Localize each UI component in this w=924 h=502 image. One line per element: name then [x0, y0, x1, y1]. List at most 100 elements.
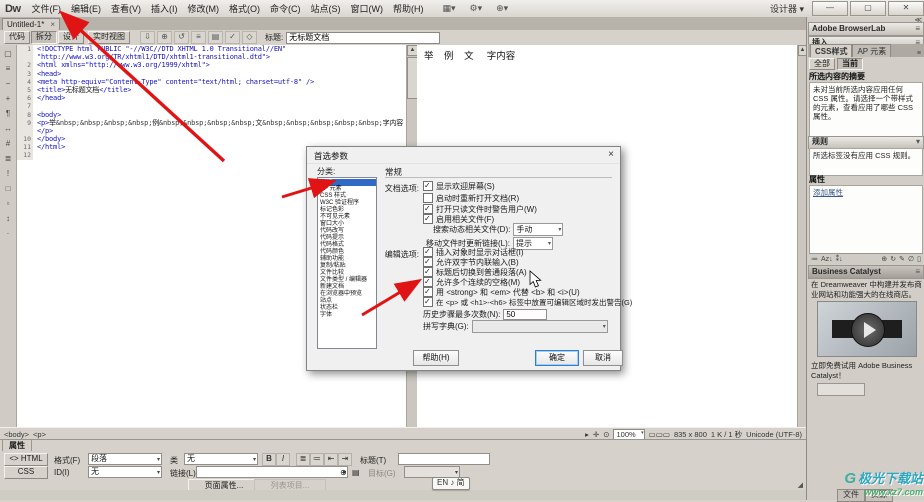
indent-icon[interactable]: ⇥	[338, 453, 352, 466]
category-item[interactable]: W3C 验证程序	[318, 200, 376, 207]
select-tool-icon[interactable]: ▸	[585, 430, 589, 439]
category-item[interactable]: 不可见元素	[318, 214, 376, 221]
category-item[interactable]: 在浏览器中预览	[318, 291, 376, 298]
doc-title-input[interactable]	[286, 32, 440, 44]
wrap-tag-icon[interactable]: ↕	[3, 214, 14, 224]
line-numbers-icon[interactable]: ≣	[3, 154, 14, 164]
menu-file[interactable]: 文件(F)	[27, 1, 67, 16]
attach-stylesheet-icon[interactable]: ⊕	[881, 255, 887, 263]
check-browser-icon[interactable]: ◇	[242, 31, 257, 44]
menu-window[interactable]: 窗口(W)	[346, 1, 389, 16]
code-line[interactable]: 7	[17, 102, 406, 110]
category-item[interactable]: 站点	[318, 298, 376, 305]
balance-braces-icon[interactable]: #	[3, 139, 14, 149]
view-options-icon[interactable]: ≡	[191, 31, 206, 44]
category-item[interactable]: 窗口大小	[318, 221, 376, 228]
format-select[interactable]: 段落	[88, 453, 162, 465]
tab-css-styles[interactable]: CSS样式	[810, 44, 852, 57]
css-mode-button[interactable]: CSS	[4, 466, 48, 479]
panel-options-icon[interactable]: ▾	[916, 137, 920, 147]
browse-folder-icon[interactable]: ▤	[352, 468, 360, 477]
window-size-value[interactable]: 835 x 800	[674, 430, 707, 439]
category-item[interactable]: 新建文档	[318, 284, 376, 291]
site-user-icon[interactable]: ⊕▾	[496, 3, 508, 14]
category-item[interactable]: 文件类型 / 编辑器	[318, 277, 376, 284]
option-row[interactable]: 插入对象时显示对话框(I)	[423, 247, 524, 257]
minimize-button[interactable]: —	[812, 1, 848, 16]
maximize-button[interactable]: ▢	[850, 1, 886, 16]
category-item[interactable]: 状态栏	[318, 305, 376, 312]
italic-button[interactable]: I	[276, 453, 290, 466]
file-management-icon[interactable]: ⇩	[140, 31, 155, 44]
category-item[interactable]: 代码颜色	[318, 249, 376, 256]
menu-view[interactable]: 查看(V)	[106, 1, 146, 16]
checkbox-icon[interactable]	[423, 287, 433, 297]
menu-edit[interactable]: 编辑(E)	[66, 1, 106, 16]
category-item[interactable]: 辅助功能	[318, 256, 376, 263]
browserlab-panel-header[interactable]: Adobe BrowserLab≡	[808, 22, 924, 36]
edit-rule-icon[interactable]: ✎	[899, 255, 905, 263]
panel-menu-icon[interactable]: ≡	[914, 50, 924, 57]
code-navigator-icon[interactable]: ≡	[3, 64, 14, 74]
layout-switcher-icon[interactable]: ▦▾	[443, 3, 456, 14]
checkbox-icon[interactable]	[423, 257, 433, 267]
unordered-list-icon[interactable]: ≣	[296, 453, 310, 466]
code-line[interactable]: 9<p>举&nbsp;&nbsp;&nbsp;&nbsp;例&nbsp;&nbs…	[17, 119, 406, 127]
extend-icon[interactable]: ⚙▾	[470, 3, 483, 14]
option-row[interactable]: 允许双字节内联输入(B)	[423, 257, 519, 267]
option-row[interactable]: 用 <strong> 和 <em> 代替 <b> 和 <i>(U)	[423, 287, 580, 297]
category-item[interactable]: 代码提示	[318, 235, 376, 242]
panel-menu-icon[interactable]: ≡	[915, 23, 920, 34]
design-view-button[interactable]: 设计	[58, 31, 84, 44]
window-size-icon[interactable]: ▭▭▭	[649, 430, 670, 439]
link-combo[interactable]	[196, 466, 348, 478]
menu-insert[interactable]: 插入(I)	[146, 1, 183, 16]
visual-aids-icon[interactable]: ▤	[208, 31, 223, 44]
split-view-button[interactable]: 拆分	[31, 31, 57, 44]
remove-comment-icon[interactable]: ▫	[3, 199, 14, 209]
hand-tool-icon[interactable]: ✛	[593, 430, 599, 439]
menu-format[interactable]: 格式(O)	[224, 1, 265, 16]
point-to-file-icon[interactable]: ⊕	[340, 468, 347, 477]
workspace-switcher[interactable]: 设计器 ▾	[770, 2, 810, 15]
option-row[interactable]: 启动时重新打开文档(R)	[423, 193, 519, 203]
show-list-view-icon[interactable]: Az↓	[821, 256, 833, 263]
search-dynamic-select[interactable]: 手动	[513, 223, 563, 236]
code-line[interactable]: 8<body>	[17, 111, 406, 119]
category-item[interactable]: 常规	[318, 179, 376, 186]
collapse-tag-icon[interactable]: −	[3, 79, 14, 89]
code-line[interactable]: 4<meta http-equiv="Content-Type" content…	[17, 78, 406, 86]
show-set-properties-icon[interactable]: ⁑↓	[836, 255, 843, 263]
ime-indicator[interactable]: EN ♪ 简	[432, 477, 470, 490]
option-row-multiple-spaces[interactable]: 允许多个连续的空格(M)	[423, 277, 520, 287]
ordered-list-icon[interactable]: ≔	[310, 453, 324, 466]
format-source-icon[interactable]: ·	[3, 229, 14, 239]
panel-menu-icon[interactable]: ≡	[915, 266, 920, 277]
checkbox-icon[interactable]	[423, 267, 433, 277]
bc-get-started-button[interactable]	[817, 383, 865, 396]
bc-video-thumbnail[interactable]	[817, 301, 917, 357]
category-list[interactable]: 常规AP 元素CSS 样式W3C 验证程序标记色彩不可见元素窗口大小代码改写代码…	[317, 177, 377, 349]
html-mode-button[interactable]: <> HTML	[4, 453, 48, 466]
menu-site[interactable]: 站点(S)	[306, 1, 346, 16]
ok-button[interactable]: 确定	[535, 350, 579, 366]
open-documents-icon[interactable]: ▢	[3, 49, 14, 59]
expand-all-icon[interactable]: ¶	[3, 109, 14, 119]
category-item[interactable]: AP 元素	[318, 186, 376, 193]
cancel-button[interactable]: 取消	[583, 350, 623, 366]
properties-tab[interactable]: 属性	[2, 440, 32, 451]
panel-resize-icon[interactable]: ◢	[798, 481, 803, 489]
zoom-tool-icon[interactable]: ⊙	[603, 430, 609, 439]
tag-selector-p[interactable]: <p>	[33, 430, 46, 439]
live-view-button[interactable]: 实时视图	[88, 31, 130, 44]
spell-dict-select[interactable]	[472, 320, 608, 333]
checkbox-icon[interactable]	[423, 181, 433, 191]
dialog-titlebar[interactable]: 首选参数 ×	[307, 147, 620, 164]
checkbox-icon[interactable]	[423, 297, 433, 307]
code-line[interactable]: 10</body>	[17, 135, 406, 143]
select-parent-tag-icon[interactable]: ↔	[3, 124, 14, 134]
close-button[interactable]: ✕	[888, 1, 924, 16]
new-rule-icon[interactable]: ↻	[890, 255, 896, 263]
zoom-level-select[interactable]: 100%	[613, 429, 644, 440]
code-line[interactable]: 6</head>	[17, 94, 406, 102]
